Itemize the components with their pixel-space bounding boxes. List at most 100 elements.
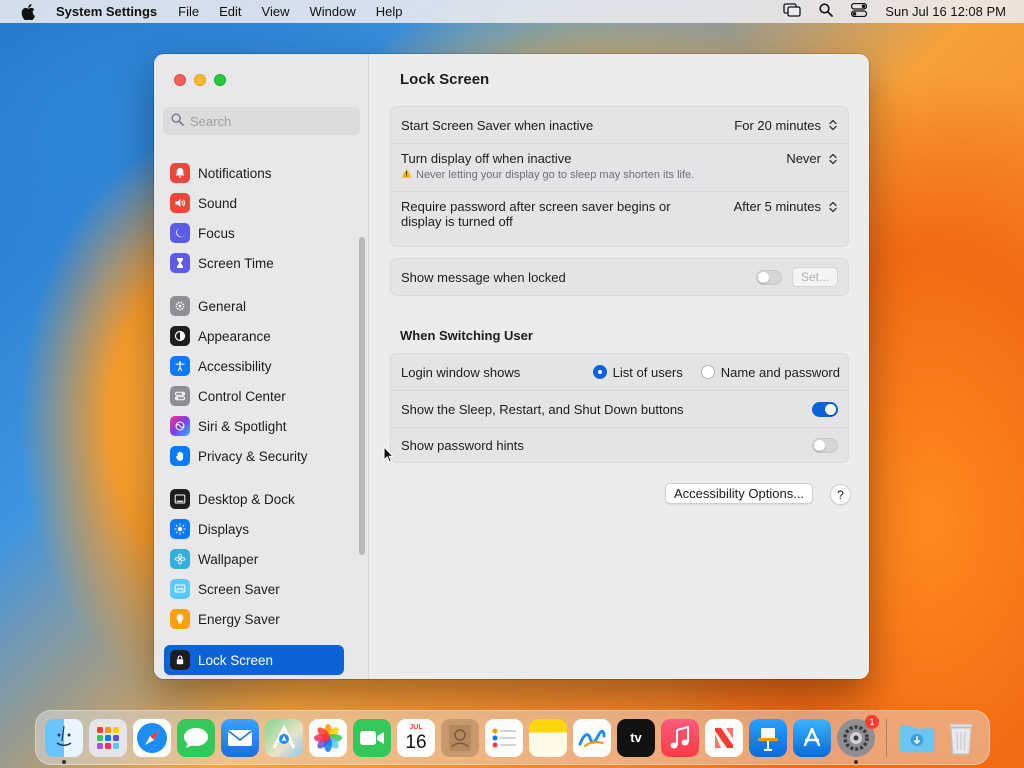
window-controls bbox=[174, 74, 226, 86]
sidebar-item-wallpaper[interactable]: Wallpaper bbox=[164, 544, 354, 574]
keynote-icon[interactable] bbox=[749, 718, 787, 757]
sidebar-item-general[interactable]: General bbox=[164, 291, 354, 321]
minimize-button[interactable] bbox=[194, 74, 206, 86]
display-off-popup[interactable]: Never bbox=[786, 151, 838, 166]
sidebar-item-screen-saver[interactable]: Screen Saver bbox=[164, 574, 354, 604]
password-hints-toggle[interactable] bbox=[812, 438, 838, 453]
sleep-buttons-toggle[interactable] bbox=[812, 401, 838, 417]
sidebar-item-label: General bbox=[198, 298, 247, 314]
close-button[interactable] bbox=[174, 74, 186, 86]
appearance-icon bbox=[170, 326, 190, 346]
notes-icon[interactable] bbox=[529, 718, 567, 757]
help-button[interactable]: ? bbox=[830, 484, 851, 505]
set-message-button[interactable]: Set... bbox=[792, 267, 838, 287]
menu-file[interactable]: File bbox=[178, 4, 199, 19]
page-title: Lock Screen bbox=[400, 71, 490, 88]
finder-icon[interactable] bbox=[45, 718, 83, 764]
tv-icon[interactable]: tv bbox=[617, 718, 655, 757]
radio-button-unchecked[interactable] bbox=[700, 365, 715, 379]
popup-stepper-icon bbox=[827, 118, 838, 132]
sidebar-item-label: Control Center bbox=[198, 388, 286, 404]
calendar-month: JUL bbox=[409, 723, 423, 731]
mail-icon[interactable] bbox=[221, 718, 259, 757]
sidebar-item-energy-saver[interactable]: Energy Saver bbox=[164, 604, 354, 634]
maps-icon[interactable] bbox=[265, 718, 303, 757]
sidebar-item-label: Screen Time bbox=[198, 255, 274, 271]
photos-icon[interactable] bbox=[309, 718, 347, 757]
password-hints-row: Show password hints bbox=[391, 427, 848, 463]
sidebar-item-siri-spotlight[interactable]: Siri & Spotlight bbox=[164, 411, 354, 441]
facetime-icon[interactable] bbox=[353, 718, 391, 757]
screen-lock-group: Start Screen Saver when inactive For 20 … bbox=[390, 106, 849, 247]
screen-saver-value: For 20 minutes bbox=[734, 117, 821, 133]
music-icon[interactable] bbox=[661, 718, 699, 757]
settings-window: Notifications Sound Focus Screen Time bbox=[154, 54, 869, 679]
sidebar-item-sound[interactable]: Sound bbox=[164, 188, 354, 218]
screen-saver-popup[interactable]: For 20 minutes bbox=[734, 118, 838, 133]
show-message-row: Show message when locked Set... bbox=[391, 259, 848, 295]
menu-edit[interactable]: Edit bbox=[219, 4, 241, 19]
sidebar-item-accessibility[interactable]: Accessibility bbox=[164, 351, 354, 381]
switching-user-title: When Switching User bbox=[400, 328, 533, 343]
sidebar-item-displays[interactable]: Displays bbox=[164, 514, 354, 544]
running-indicator bbox=[854, 759, 858, 764]
calendar-icon[interactable]: JUL 16 bbox=[397, 718, 435, 757]
search-icon bbox=[171, 113, 184, 129]
menu-clock[interactable]: Sun Jul 16 12:08 PM bbox=[885, 4, 1006, 19]
display-off-warning: Never letting your display go to sleep m… bbox=[401, 168, 786, 181]
spotlight-search-icon[interactable] bbox=[819, 3, 834, 20]
bulb-icon bbox=[170, 609, 190, 629]
hand-icon bbox=[170, 446, 190, 466]
contacts-icon[interactable] bbox=[441, 718, 479, 757]
running-indicator bbox=[62, 759, 66, 764]
menu-app-name[interactable]: System Settings bbox=[56, 4, 157, 19]
screen-mirroring-icon[interactable] bbox=[783, 3, 801, 20]
tv-glyph: tv bbox=[630, 730, 642, 745]
launchpad-icon[interactable] bbox=[89, 718, 127, 757]
reminders-icon[interactable] bbox=[485, 718, 523, 757]
zoom-button[interactable] bbox=[214, 74, 226, 86]
search-field[interactable] bbox=[163, 107, 360, 135]
sidebar-item-focus[interactable]: Focus bbox=[164, 218, 354, 248]
messages-icon[interactable] bbox=[177, 718, 215, 757]
menu-view[interactable]: View bbox=[262, 4, 290, 19]
hourglass-icon bbox=[170, 253, 190, 273]
news-icon[interactable] bbox=[705, 718, 743, 757]
sidebar-item-desktop-dock[interactable]: Desktop & Dock bbox=[164, 484, 354, 514]
radio-list-of-users[interactable]: List of users bbox=[592, 364, 683, 380]
safari-icon[interactable] bbox=[133, 718, 171, 757]
show-message-toggle[interactable] bbox=[756, 269, 782, 285]
radio-name-and-password[interactable]: Name and password bbox=[700, 365, 840, 380]
radio-button-checked[interactable] bbox=[592, 365, 607, 379]
search-input[interactable] bbox=[190, 113, 350, 129]
system-settings-icon[interactable]: 1 bbox=[837, 714, 879, 764]
login-window-row: Login window shows List of users Name an… bbox=[391, 354, 848, 390]
sidebar-item-label: Wallpaper bbox=[198, 551, 259, 567]
trash-icon[interactable] bbox=[942, 719, 980, 757]
sidebar-item-label: Displays bbox=[198, 521, 250, 537]
screen-saver-row: Start Screen Saver when inactive For 20 … bbox=[391, 107, 848, 143]
sidebar-item-label: Screen Saver bbox=[198, 581, 280, 597]
sidebar-item-control-center[interactable]: Control Center bbox=[164, 381, 354, 411]
radio-label-list-of-users: List of users bbox=[612, 364, 683, 380]
accessibility-options-button[interactable]: Accessibility Options... bbox=[665, 483, 814, 504]
sun-icon bbox=[170, 519, 190, 539]
app-store-icon[interactable] bbox=[793, 718, 831, 757]
sidebar-item-notifications[interactable]: Notifications bbox=[164, 158, 354, 188]
freeform-icon[interactable] bbox=[573, 718, 611, 757]
sidebar-item-appearance[interactable]: Appearance bbox=[164, 321, 354, 351]
downloads-folder-icon[interactable] bbox=[898, 719, 936, 757]
lock-icon bbox=[170, 650, 190, 670]
sidebar-item-label: Notifications bbox=[198, 165, 272, 181]
sidebar-item-lock-screen[interactable]: Lock Screen bbox=[164, 645, 344, 675]
menu-help[interactable]: Help bbox=[376, 4, 403, 19]
content-pane: Lock Screen Start Screen Saver when inac… bbox=[370, 54, 869, 679]
sidebar-item-screen-time[interactable]: Screen Time bbox=[164, 248, 354, 278]
sidebar-item-privacy-security[interactable]: Privacy & Security bbox=[164, 441, 354, 471]
require-password-popup[interactable]: After 5 minutes bbox=[734, 199, 838, 214]
menu-window[interactable]: Window bbox=[309, 4, 355, 19]
sidebar-item-label: Appearance bbox=[198, 328, 271, 344]
apple-menu-icon[interactable] bbox=[20, 3, 36, 20]
control-center-icon[interactable] bbox=[851, 2, 868, 20]
sidebar-scrollbar[interactable] bbox=[359, 237, 365, 555]
